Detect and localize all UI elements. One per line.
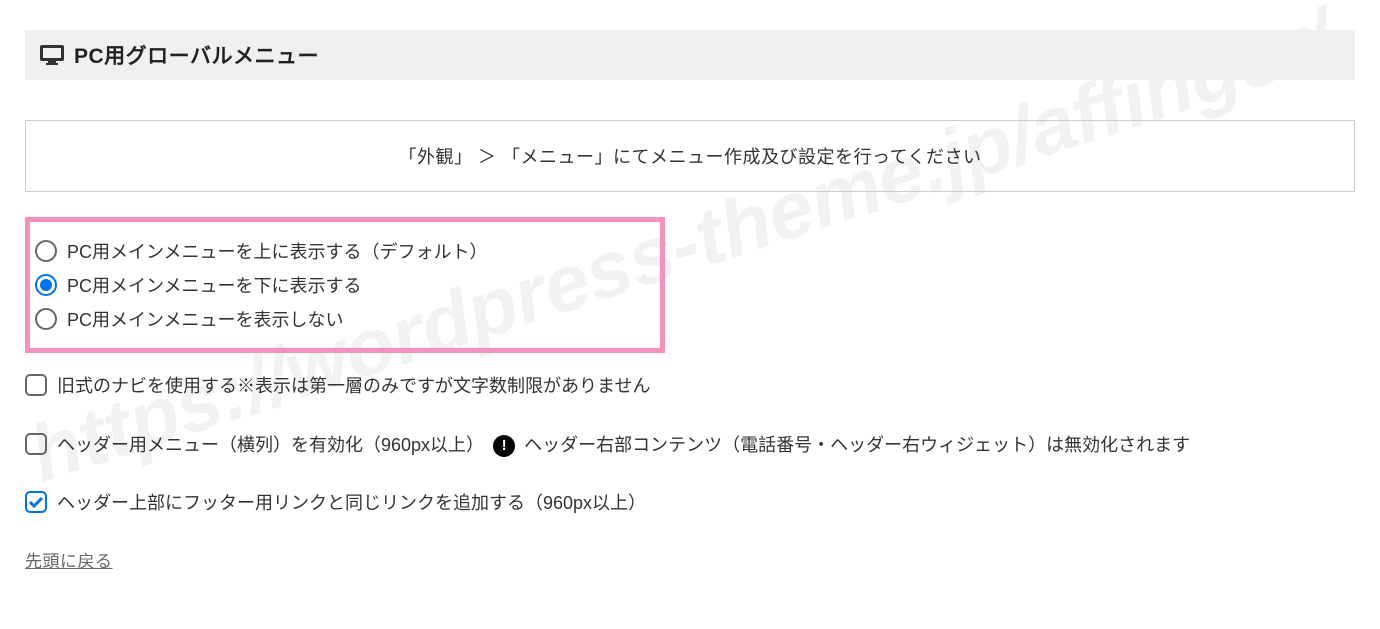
checkbox-label: 旧式のナビを使用する※表示は第一層のみですが文字数制限がありません	[57, 371, 650, 402]
radio-label: PC用メインメニューを上に表示する（デフォルト）	[67, 238, 487, 264]
checkbox-header-menu[interactable]: ヘッダー用メニュー（横列）を有効化（960px以上） ! ヘッダー右部コンテンツ…	[25, 430, 1355, 461]
monitor-icon	[40, 45, 64, 65]
checkbox-icon[interactable]	[25, 374, 47, 396]
radio-icon[interactable]	[35, 308, 57, 330]
radio-group-highlight: PC用メインメニューを上に表示する（デフォルト） PC用メインメニューを下に表示…	[25, 217, 665, 353]
checkbox-label-part2: ヘッダー右部コンテンツ（電話番号・ヘッダー右ウィジェット）は無効化されます	[524, 435, 1190, 455]
notice-text: 「外観」 ＞ 「メニュー」にてメニュー作成及び設定を行ってください	[398, 147, 981, 167]
radio-option-top[interactable]: PC用メインメニューを上に表示する（デフォルト）	[35, 234, 655, 268]
checkbox-label-wrap: ヘッダー用メニュー（横列）を有効化（960px以上） ! ヘッダー右部コンテンツ…	[57, 430, 1355, 461]
section-header: PC用グローバルメニュー	[25, 30, 1355, 80]
warning-icon: !	[493, 435, 515, 457]
settings-content: PC用グローバルメニュー 「外観」 ＞ 「メニュー」にてメニュー作成及び設定を行…	[25, 30, 1355, 572]
radio-label: PC用メインメニューを下に表示する	[67, 272, 361, 298]
notice-box: 「外観」 ＞ 「メニュー」にてメニュー作成及び設定を行ってください	[25, 120, 1355, 192]
back-to-top-link[interactable]: 先頭に戻る	[25, 552, 113, 571]
radio-icon[interactable]	[35, 240, 57, 262]
checkbox-label: ヘッダー上部にフッター用リンクと同じリンクを追加する（960px以上）	[57, 488, 646, 519]
checkbox-icon[interactable]	[25, 433, 47, 455]
radio-label: PC用メインメニューを表示しない	[67, 306, 343, 332]
checkbox-label-part1: ヘッダー用メニュー（横列）を有効化（960px以上）	[57, 435, 484, 455]
radio-option-bottom[interactable]: PC用メインメニューを下に表示する	[35, 268, 655, 302]
checkbox-legacy-nav[interactable]: 旧式のナビを使用する※表示は第一層のみですが文字数制限がありません	[25, 371, 1355, 402]
radio-option-none[interactable]: PC用メインメニューを表示しない	[35, 302, 655, 336]
radio-icon[interactable]	[35, 274, 57, 296]
checkbox-icon[interactable]	[25, 491, 47, 513]
section-title: PC用グローバルメニュー	[74, 40, 319, 70]
checkbox-footer-link[interactable]: ヘッダー上部にフッター用リンクと同じリンクを追加する（960px以上）	[25, 488, 1355, 519]
